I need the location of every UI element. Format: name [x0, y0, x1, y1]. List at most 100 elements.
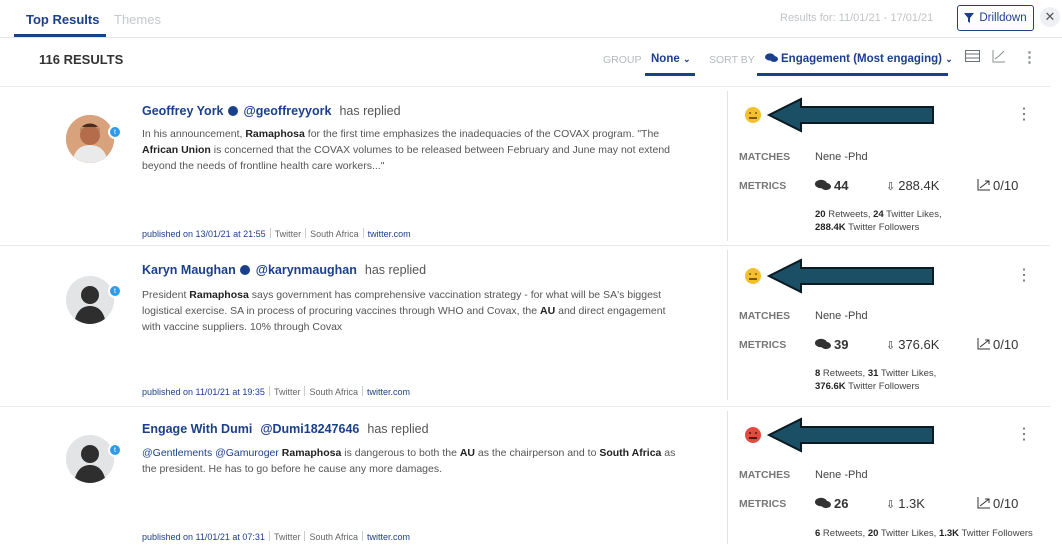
metrics-label: METRICS [739, 180, 787, 192]
avatar[interactable] [66, 435, 114, 483]
post-footer: published on 11/01/21 at 19:35 Twitter Sou… [142, 386, 410, 397]
matches-value: Nene -Phd [815, 151, 868, 163]
trend-value: 0/10 [993, 496, 1019, 511]
post-text: In his announcement, Ramaphosa for the f… [142, 126, 687, 174]
site-link[interactable]: twitter.com [367, 532, 410, 542]
avatar[interactable] [66, 276, 114, 324]
result-card: t Engage With Dumi @Dumi18247646 has repli… [0, 407, 1062, 544]
arrow-annotation-icon [767, 417, 934, 453]
more-options-icon[interactable]: ⋮ [1016, 107, 1032, 123]
neutral-sentiment-icon [745, 107, 761, 123]
drilldown-label: Drilldown [979, 12, 1027, 24]
highlighted-term: Ramaphosa [189, 289, 249, 301]
drilldown-button[interactable]: Drilldown [957, 5, 1034, 31]
published-date: published on 13/01/21 at 21:55 [142, 229, 266, 239]
arrow-annotation-icon [767, 258, 934, 294]
trend-metric: 0/10 [977, 178, 1018, 193]
highlighted-term: Ramaphosa [245, 128, 305, 140]
metrics-label: METRICS [739, 339, 787, 351]
neutral-sentiment-icon [745, 268, 761, 284]
more-options-icon[interactable]: ⋮ [1016, 268, 1032, 284]
author-name[interactable]: Engage With Dumi [142, 422, 252, 436]
date-range-text: Results for: 11/01/21 - 17/01/21 [780, 12, 934, 24]
author-line: Karyn Maughan @karynmaughan has replied [142, 263, 426, 277]
comments-icon [765, 53, 778, 62]
close-button[interactable]: ✕ [1040, 7, 1060, 27]
results-controls: 116 RESULTS GROUP None ⌄ SORT BY Engagem… [0, 40, 1062, 80]
matches-label: MATCHES [739, 469, 791, 481]
mention-link[interactable]: @Gentlements @Gamuroger [142, 447, 279, 459]
action-text: has replied [364, 263, 427, 277]
author-name[interactable]: Karyn Maughan [142, 263, 236, 277]
group-dropdown[interactable]: None ⌄ [651, 53, 691, 65]
author-handle[interactable]: @geoffreyyork [244, 104, 332, 118]
negative-sentiment-icon [745, 427, 761, 443]
action-text: has replied [367, 422, 429, 436]
verified-icon [227, 106, 238, 116]
likes-count: 31 [867, 368, 879, 379]
table-view-icon[interactable] [965, 50, 980, 65]
post-text-segment: is dangerous to both the [341, 447, 460, 459]
likes-count: 24 [873, 209, 884, 220]
comments-metric: 39 [815, 337, 848, 352]
followers-label: Twitter Followers [845, 381, 920, 392]
sort-underline [757, 73, 948, 76]
avatar[interactable] [66, 115, 114, 163]
reach-count: 1.3K [898, 496, 925, 511]
post-footer: published on 13/01/21 at 21:55 Twitter Sou… [142, 228, 411, 239]
country-label: South Africa [309, 387, 358, 397]
chevron-down-icon: ⌄ [682, 54, 691, 64]
post-text-segment: President [142, 289, 190, 301]
reach-icon: ⇩ [886, 340, 896, 352]
author-name[interactable]: Geoffrey York [142, 104, 224, 118]
comments-metric: 26 [815, 496, 848, 511]
site-link[interactable]: twitter.com [368, 229, 411, 239]
followers-count: 1.3K [938, 528, 960, 539]
highlighted-term: AU [540, 305, 556, 317]
arrow-annotation-icon [767, 97, 934, 133]
reach-metric: ⇩ 376.6K [886, 337, 939, 352]
site-link[interactable]: twitter.com [367, 387, 410, 397]
more-options-icon[interactable]: ⋮ [1016, 427, 1032, 443]
results-count: 116 RESULTS [39, 52, 124, 67]
tab-top-results[interactable]: Top Results [26, 12, 99, 27]
twitter-icon: t [108, 284, 122, 298]
comments-count: 26 [834, 496, 849, 511]
group-label: GROUP [603, 54, 642, 66]
metrics-label: METRICS [739, 498, 787, 510]
highlighted-term: AU [459, 447, 475, 459]
followers-label: Twitter Followers [959, 528, 1033, 539]
metric-detail: 6 Retweets, 20 Twitter Likes, 1.3K Twitt… [815, 527, 1033, 540]
reach-icon: ⇩ [886, 181, 896, 193]
comments-count: 44 [834, 178, 849, 193]
trend-icon [977, 338, 990, 350]
retweets-count: 20 [815, 209, 826, 220]
trend-metric: 0/10 [977, 496, 1018, 511]
followers-count: 376.6K [815, 381, 846, 392]
divider [727, 250, 728, 400]
author-handle[interactable]: @Dumi18247646 [260, 422, 359, 436]
top-tab-bar: Top Results Themes Results for: 11/01/21… [0, 0, 1062, 38]
tab-themes[interactable]: Themes [114, 12, 161, 27]
more-options-icon[interactable]: ⋮ [1022, 48, 1037, 66]
reach-metric: ⇩ 288.4K [886, 178, 939, 193]
chart-view-icon[interactable] [992, 50, 1006, 66]
trend-metric: 0/10 [977, 337, 1018, 352]
active-tab-indicator [14, 34, 106, 37]
followers-count: 288.4K [815, 222, 846, 233]
author-handle[interactable]: @karynmaughan [256, 263, 357, 277]
divider [727, 411, 728, 544]
followers-label: Twitter Followers [845, 222, 920, 233]
post-text-segment: for the first time emphasizes the inadeq… [304, 128, 660, 140]
comments-metric: 44 [815, 178, 848, 193]
reach-metric: ⇩ 1.3K [886, 496, 925, 511]
post-text: @Gentlements @Gamuroger Ramaphosa is dan… [142, 445, 687, 477]
sort-dropdown[interactable]: Engagement (Most engaging) ⌄ [765, 53, 953, 65]
sort-value: Engagement (Most engaging) [781, 53, 942, 65]
matches-value: Nene -Phd [815, 310, 868, 322]
post-text: President Ramaphosa says government has … [142, 287, 687, 335]
highlighted-term: South Africa [599, 447, 662, 459]
result-card: t Geoffrey York @geoffreyyork has replied … [0, 87, 1062, 245]
source-label: Twitter [274, 229, 302, 239]
matches-value: Nene -Phd [815, 469, 868, 481]
